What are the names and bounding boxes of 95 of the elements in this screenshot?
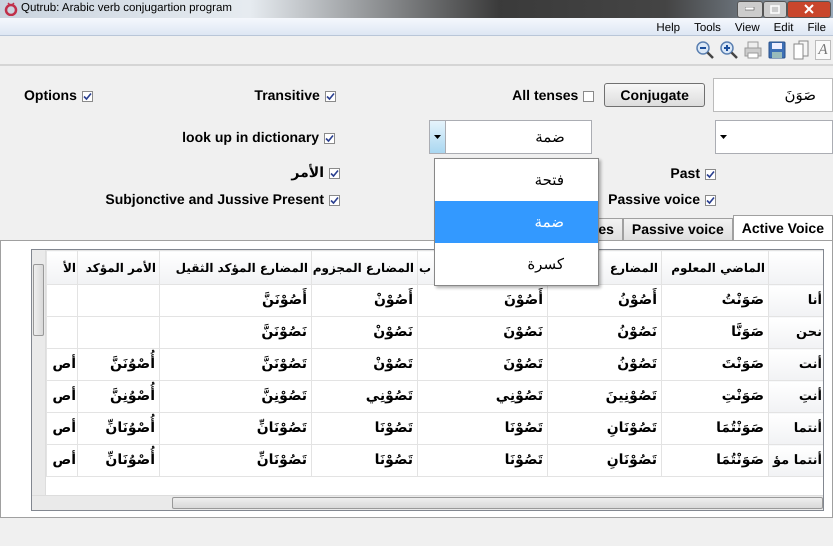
passive-voice-label: Passive voice bbox=[608, 190, 700, 206]
zoom-out-icon[interactable] bbox=[695, 40, 715, 60]
row-header[interactable]: أنا bbox=[768, 284, 823, 316]
corner-header bbox=[768, 250, 823, 284]
menu-item[interactable]: Edit bbox=[766, 18, 800, 35]
table-cell: تَصُوْنَا bbox=[312, 444, 418, 476]
passive-voice-checkbox[interactable] bbox=[705, 194, 716, 206]
past-label: Past bbox=[670, 164, 700, 180]
horizontal-scrollbar[interactable] bbox=[32, 495, 823, 510]
tab[interactable]: Passive voice bbox=[622, 218, 733, 240]
table-cell: تَصُوْنِي bbox=[418, 380, 548, 412]
table-cell: تَصُوْنِينَ bbox=[548, 380, 662, 412]
table-cell: أُصْوُنَانِّ bbox=[78, 412, 160, 444]
subjunctive-label: Subjonctive and Jussive Present bbox=[105, 190, 324, 206]
table-cell: أص bbox=[46, 380, 78, 412]
transitive-label: Transitive bbox=[254, 86, 320, 102]
imperative-checkbox[interactable] bbox=[329, 168, 340, 179]
tab[interactable]: Active Voice bbox=[732, 215, 833, 240]
table-cell: تَصُوْنِي bbox=[312, 380, 418, 412]
table-cell: صَوَنْتِ bbox=[662, 380, 768, 412]
table-cell: نَصُوْنَ bbox=[418, 316, 548, 348]
vertical-scrollbar[interactable] bbox=[32, 250, 46, 495]
close-icon bbox=[804, 4, 814, 14]
row-header[interactable]: أنتما bbox=[768, 412, 823, 444]
table-cell: صَوَنْتُمَا bbox=[662, 444, 768, 476]
column-header[interactable]: المضارع المجزوم bbox=[312, 250, 418, 284]
options-checkbox[interactable] bbox=[82, 90, 93, 102]
menu-item[interactable]: File bbox=[800, 18, 833, 35]
maximize-button[interactable] bbox=[763, 0, 787, 18]
options-label: Options bbox=[24, 86, 77, 102]
table-cell bbox=[46, 284, 78, 316]
haraka-dropdown[interactable]: ضمة bbox=[429, 120, 592, 154]
menu-item[interactable]: Help bbox=[649, 18, 688, 35]
table-cell: تَصُوْنَا bbox=[418, 412, 548, 444]
table-cell: أص bbox=[46, 444, 78, 476]
table-cell: تَصُوْنَنَّ bbox=[160, 348, 312, 380]
app-icon bbox=[4, 2, 18, 16]
table-cell: نَصُوْنَنَّ bbox=[160, 316, 312, 348]
zoom-in-icon[interactable] bbox=[719, 40, 739, 60]
row-header[interactable]: أنت bbox=[768, 348, 823, 380]
column-header[interactable]: المضارع المؤكد الثقيل bbox=[160, 250, 312, 284]
maximize-icon bbox=[770, 4, 780, 14]
table-cell: نَصُوْنْ bbox=[312, 316, 418, 348]
all-tenses-checkbox[interactable] bbox=[583, 90, 594, 102]
table-cell: صَوَنَّا bbox=[662, 316, 768, 348]
all-tenses-label: All tenses bbox=[512, 86, 578, 102]
table-cell: تَصُوْنَا bbox=[312, 412, 418, 444]
table-cell: أُصْوُنِنَّ bbox=[78, 380, 160, 412]
table-cell: أُصْوُنَنَّ bbox=[78, 348, 160, 380]
table-cell: تَصُوْنِنَّ bbox=[160, 380, 312, 412]
caret-icon bbox=[720, 135, 728, 139]
table-cell: نَصُوْنُ bbox=[548, 316, 662, 348]
table-cell: تَصُوْنْ bbox=[312, 348, 418, 380]
column-header[interactable]: الماضي المعلوم bbox=[662, 250, 768, 284]
verb-input-field[interactable]: صَوَنَ bbox=[712, 78, 833, 112]
row-header[interactable]: أنتما مؤ bbox=[768, 444, 823, 476]
table-cell: أص bbox=[46, 348, 78, 380]
table-cell: صَوَنْتُ bbox=[662, 284, 768, 316]
transitive-checkbox[interactable] bbox=[324, 90, 336, 102]
table-cell: تَصُوْنُ bbox=[548, 348, 662, 380]
dictionary-checkbox[interactable] bbox=[324, 132, 336, 144]
past-checkbox[interactable] bbox=[705, 168, 716, 180]
font-button[interactable]: A bbox=[815, 40, 831, 60]
table-cell: أُصْوُنَانِّ bbox=[78, 444, 160, 476]
menu-item[interactable]: Tools bbox=[687, 18, 728, 35]
dictionary-label: look up in dictionary bbox=[182, 128, 320, 144]
subjunctive-checkbox[interactable] bbox=[329, 194, 340, 206]
table-cell: صَوَنْتَ bbox=[662, 348, 768, 380]
table-cell bbox=[46, 316, 78, 348]
table-cell: تَصُوْنَانِ bbox=[548, 412, 662, 444]
table-cell: أص bbox=[46, 412, 78, 444]
close-button[interactable] bbox=[787, 0, 831, 18]
dropdown-option[interactable]: فتحة bbox=[435, 159, 598, 201]
minimize-icon bbox=[745, 7, 755, 11]
table-cell: تَصُوْنَانِّ bbox=[160, 412, 312, 444]
table-cell: تَصُوْنَا bbox=[418, 444, 548, 476]
save-icon[interactable] bbox=[767, 40, 787, 60]
row-header[interactable]: نحن bbox=[768, 316, 823, 348]
table-cell: صَوَنْتُمَا bbox=[662, 412, 768, 444]
caret-icon bbox=[434, 135, 442, 139]
minimize-button[interactable] bbox=[737, 0, 763, 18]
table-cell: تَصُوْنَ bbox=[418, 348, 548, 380]
table-cell: أَصُوْنْ bbox=[312, 284, 418, 316]
table-cell: أَصُوْنَنَّ bbox=[160, 284, 312, 316]
table-cell: تَصُوْنَانِّ bbox=[160, 444, 312, 476]
copy-icon[interactable] bbox=[791, 39, 811, 61]
conjugate-button[interactable]: Conjugate bbox=[604, 83, 705, 107]
column-header[interactable]: الأ bbox=[46, 250, 78, 284]
dropdown-arrow-button[interactable] bbox=[430, 121, 446, 153]
imperative-label: الأمر bbox=[291, 164, 324, 180]
menu-item[interactable]: View bbox=[728, 18, 767, 35]
window-title: Qutrub: Arabic verb conjugartion program bbox=[21, 1, 232, 16]
row-header[interactable]: أنتِ bbox=[768, 380, 823, 412]
table-cell: تَصُوْنَانِ bbox=[548, 444, 662, 476]
column-header[interactable]: الأمر المؤكد bbox=[78, 250, 160, 284]
